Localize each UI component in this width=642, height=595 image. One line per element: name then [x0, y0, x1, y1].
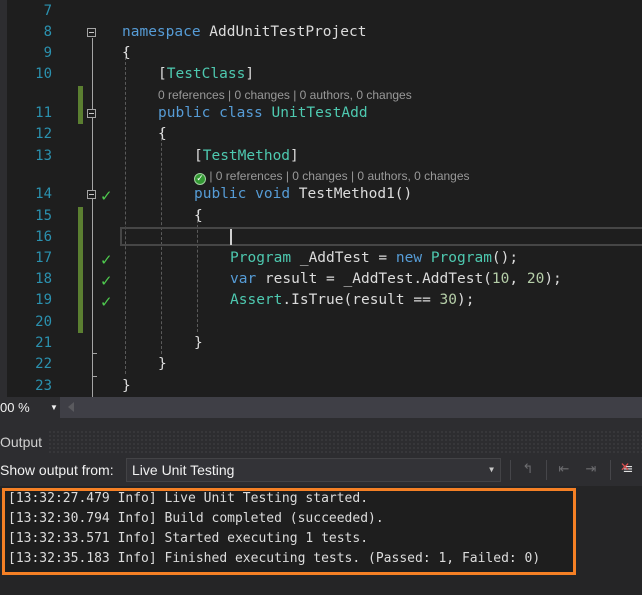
code-line-18: var result = _AddTest.AddTest(10, 20);	[230, 271, 562, 287]
code-line-15: {	[194, 208, 203, 224]
line-number: 8	[43, 24, 52, 40]
line-22: 22	[0, 354, 642, 375]
clear-x-icon: ✕	[620, 460, 631, 474]
line-12: 12	[0, 124, 642, 145]
line-number: 10	[35, 66, 52, 82]
line-number: 13	[35, 148, 52, 164]
line-number: 17	[35, 250, 52, 266]
line-number: 23	[35, 378, 52, 394]
code-line-11: public class UnitTestAdd	[158, 105, 368, 121]
line-number: 21	[35, 335, 52, 351]
show-output-from-label: Show output from:	[0, 462, 114, 478]
code-line-10: [TestClass]	[158, 66, 255, 82]
line-number: 9	[43, 45, 52, 61]
code-line-13: [TestMethod]	[194, 148, 299, 164]
indent-guide	[125, 47, 126, 374]
test-passed-check-icon[interactable]: ✓	[100, 274, 118, 289]
output-source-value: Live Unit Testing	[132, 462, 235, 478]
test-passed-check-icon[interactable]: ✓	[100, 189, 118, 204]
collapse-method-icon[interactable]	[87, 190, 96, 199]
chevron-down-icon: ▼	[50, 403, 58, 412]
line-number: 20	[35, 314, 52, 330]
scroll-left-arrow-icon[interactable]	[68, 402, 74, 412]
previous-message-button[interactable]: ⇤	[553, 458, 575, 482]
outline-end-marker	[92, 353, 97, 354]
output-source-select[interactable]: Live Unit Testing ▼	[126, 458, 501, 482]
code-line-21: }	[194, 335, 203, 351]
line-number: 7	[43, 3, 52, 19]
next-message-button[interactable]: ⇥	[580, 458, 602, 482]
line-number: 15	[35, 208, 52, 224]
line-9: 9	[0, 43, 642, 64]
output-log-highlight[interactable]: [13:32:27.479 Info] Live Unit Testing st…	[2, 488, 576, 575]
outline-end-marker	[92, 376, 97, 377]
test-passed-check-icon[interactable]: ✓	[100, 253, 118, 268]
line-23: 23	[0, 376, 642, 397]
line-21: 21	[0, 333, 642, 354]
editor-status-bar: 00 % ▼	[0, 397, 642, 418]
log-line: [13:32:33.571 Info] Started executing 1 …	[8, 531, 369, 546]
codelens-class[interactable]: 0 references | 0 changes | 0 authors, 0 …	[158, 87, 412, 104]
code-line-9: {	[122, 45, 131, 61]
change-indicator-bar	[78, 86, 83, 124]
output-panel-header: Output	[0, 430, 642, 454]
collapse-class-icon[interactable]	[87, 109, 96, 118]
line-number: 11	[35, 105, 52, 121]
chevron-down-icon: ▼	[489, 465, 494, 474]
panel-splitter[interactable]	[0, 418, 642, 430]
log-line: [13:32:30.794 Info] Build completed (suc…	[8, 511, 384, 526]
output-panel-title: Output	[0, 430, 49, 454]
code-line-14: public void TestMethod1()	[194, 186, 413, 202]
codelens-method[interactable]: ✓ | 0 references | 0 changes | 0 authors…	[194, 168, 470, 185]
zoom-level-dropdown[interactable]: 00 % ▼	[0, 397, 60, 418]
clear-all-button[interactable]: ≡ ✕	[617, 458, 639, 482]
code-line-19: Assert.IsTrue(result == 30);	[230, 292, 475, 308]
toolbar-separator	[510, 460, 511, 480]
code-line-17: Program _AddTest = new Program();	[230, 250, 519, 266]
line-20: 20	[0, 312, 642, 333]
line-13: 13	[0, 146, 642, 167]
line-15: 15	[0, 206, 642, 227]
toolbar-separator	[610, 460, 611, 480]
code-editor[interactable]: 7 8 9 10 11 12 13 14 15 16 17 18 19 20 2…	[0, 0, 642, 397]
code-line-23: }	[122, 378, 131, 394]
code-line-12: {	[158, 126, 167, 142]
current-line-highlight	[120, 227, 642, 246]
collapse-namespace-icon[interactable]	[87, 28, 96, 37]
zoom-level-value: 00 %	[0, 400, 30, 415]
change-indicator-bar	[78, 207, 83, 333]
code-line-22: }	[158, 356, 167, 372]
next-message-icon: ⇥	[585, 462, 597, 477]
output-toolbar: Show output from: Live Unit Testing ▼ ↰ …	[0, 454, 642, 486]
text-caret	[230, 229, 232, 245]
line-number: 22	[35, 356, 52, 372]
line-number: 18	[35, 271, 52, 287]
toolbar-separator	[546, 460, 547, 480]
find-in-output-button[interactable]: ↰	[517, 458, 539, 482]
outline-guide	[92, 38, 93, 397]
go-to-source-icon: ↰	[522, 462, 534, 477]
line-number: 16	[35, 229, 52, 245]
test-passed-check-icon[interactable]: ✓	[100, 295, 118, 310]
log-line: [13:32:27.479 Info] Live Unit Testing st…	[8, 491, 369, 506]
previous-message-icon: ⇤	[558, 462, 570, 477]
code-line-8: namespace AddUnitTestProject	[122, 24, 367, 40]
line-10: 10	[0, 64, 642, 85]
line-number: 19	[35, 292, 52, 308]
line-number: 14	[35, 186, 52, 202]
line-7: 7	[0, 1, 642, 22]
line-number: 12	[35, 126, 52, 142]
log-line: [13:32:35.183 Info] Finished executing t…	[8, 551, 541, 566]
